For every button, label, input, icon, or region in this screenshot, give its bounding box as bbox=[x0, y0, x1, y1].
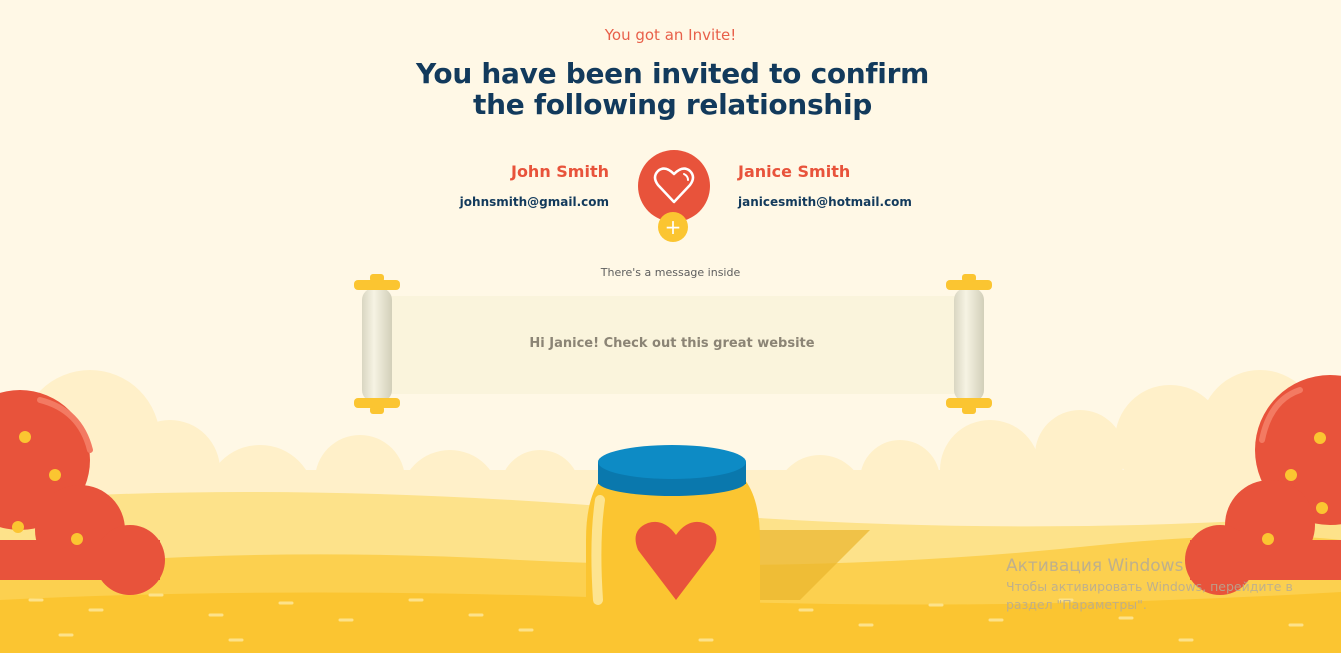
add-relationship-button[interactable]: + bbox=[658, 212, 688, 242]
message-text: Hi Janice! Check out this great website bbox=[529, 336, 815, 351]
recipient-name: Janice Smith bbox=[738, 162, 851, 181]
heart-icon bbox=[653, 167, 695, 204]
windows-activation-watermark: Активация Windows Чтобы активировать Win… bbox=[1006, 556, 1326, 614]
watermark-title: Активация Windows bbox=[1006, 556, 1184, 576]
sender-email: johnsmith@gmail.com bbox=[459, 195, 609, 209]
recipient-email: janicesmith@hotmail.com bbox=[738, 195, 912, 209]
invite-card: You got an Invite! You have been invited… bbox=[0, 0, 1341, 653]
watermark-line-2: раздел "Параметры". bbox=[1006, 597, 1147, 612]
watermark-line-1: Чтобы активировать Windows, перейдите в bbox=[1006, 579, 1293, 594]
invite-eyebrow: You got an Invite! bbox=[604, 26, 737, 44]
sender-name: John Smith bbox=[510, 162, 609, 181]
page-title-line-2: the following relationship bbox=[473, 88, 872, 121]
page-title: You have been invited to confirm the fol… bbox=[370, 58, 975, 120]
page-title-line-1: You have been invited to confirm bbox=[416, 57, 929, 90]
